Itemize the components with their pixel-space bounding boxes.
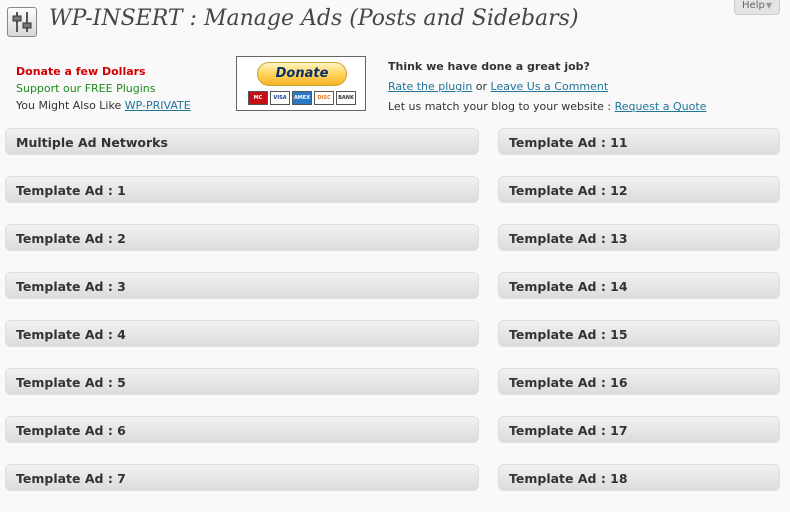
support-text: Support our FREE Plugins bbox=[16, 82, 156, 95]
great-job-heading: Think we have done a great job? bbox=[388, 60, 590, 73]
chevron-down-icon: ▼ bbox=[765, 1, 772, 10]
left-ad-column: Multiple Ad Networks Template Ad : 1 Tem… bbox=[5, 128, 479, 512]
visa-icon: VISA bbox=[270, 91, 290, 105]
ad-box-template-13[interactable]: Template Ad : 13 bbox=[498, 224, 780, 251]
ad-box-template-12[interactable]: Template Ad : 12 bbox=[498, 176, 780, 203]
match-prefix: Let us match your blog to your website : bbox=[388, 100, 615, 113]
rate-line: Rate the plugin or Leave Us a Comment bbox=[388, 77, 706, 97]
donate-button[interactable]: Donate bbox=[257, 62, 347, 86]
mastercard-icon: MC bbox=[248, 91, 268, 105]
discover-icon: DISC bbox=[314, 91, 334, 105]
promo-left: Donate a few Dollars Support our FREE Pl… bbox=[16, 63, 191, 114]
wp-private-link[interactable]: WP-PRIVATE bbox=[125, 99, 191, 112]
amex-icon: AMEX bbox=[292, 91, 312, 105]
page-title: WP-INSERT : Manage Ads (Posts and Sideba… bbox=[49, 6, 579, 31]
request-quote-link[interactable]: Request a Quote bbox=[615, 100, 707, 113]
match-line: Let us match your blog to your website :… bbox=[388, 97, 706, 117]
ad-box-template-18[interactable]: Template Ad : 18 bbox=[498, 464, 780, 491]
right-ad-column: Template Ad : 11 Template Ad : 12 Templa… bbox=[498, 128, 780, 512]
ad-box-template-6[interactable]: Template Ad : 6 bbox=[5, 416, 479, 443]
bank-icon: BANK bbox=[336, 91, 356, 105]
ad-box-template-3[interactable]: Template Ad : 3 bbox=[5, 272, 479, 299]
ad-box-template-14[interactable]: Template Ad : 14 bbox=[498, 272, 780, 299]
ad-box-template-15[interactable]: Template Ad : 15 bbox=[498, 320, 780, 347]
help-tab[interactable]: Help▼ bbox=[734, 0, 780, 15]
or-text: or bbox=[472, 80, 491, 93]
ad-box-template-17[interactable]: Template Ad : 17 bbox=[498, 416, 780, 443]
settings-sliders-icon bbox=[7, 7, 37, 37]
ad-box-template-2[interactable]: Template Ad : 2 bbox=[5, 224, 479, 251]
also-like-prefix: You Might Also Like bbox=[16, 99, 125, 112]
leave-comment-link[interactable]: Leave Us a Comment bbox=[491, 80, 609, 93]
ad-box-template-4[interactable]: Template Ad : 4 bbox=[5, 320, 479, 347]
ad-box-multiple-networks[interactable]: Multiple Ad Networks bbox=[5, 128, 479, 155]
also-like-text: You Might Also Like WP-PRIVATE bbox=[16, 97, 191, 114]
help-label: Help bbox=[742, 0, 765, 11]
paypal-donate-box[interactable]: Donate MC VISA AMEX DISC BANK bbox=[236, 56, 366, 111]
rate-plugin-link[interactable]: Rate the plugin bbox=[388, 80, 472, 93]
ad-box-template-11[interactable]: Template Ad : 11 bbox=[498, 128, 780, 155]
ad-box-template-16[interactable]: Template Ad : 16 bbox=[498, 368, 780, 395]
donate-text: Donate a few Dollars bbox=[16, 65, 146, 78]
ad-box-template-7[interactable]: Template Ad : 7 bbox=[5, 464, 479, 491]
ad-box-template-1[interactable]: Template Ad : 1 bbox=[5, 176, 479, 203]
ad-box-template-5[interactable]: Template Ad : 5 bbox=[5, 368, 479, 395]
promo-right: Think we have done a great job? Rate the… bbox=[388, 57, 706, 117]
